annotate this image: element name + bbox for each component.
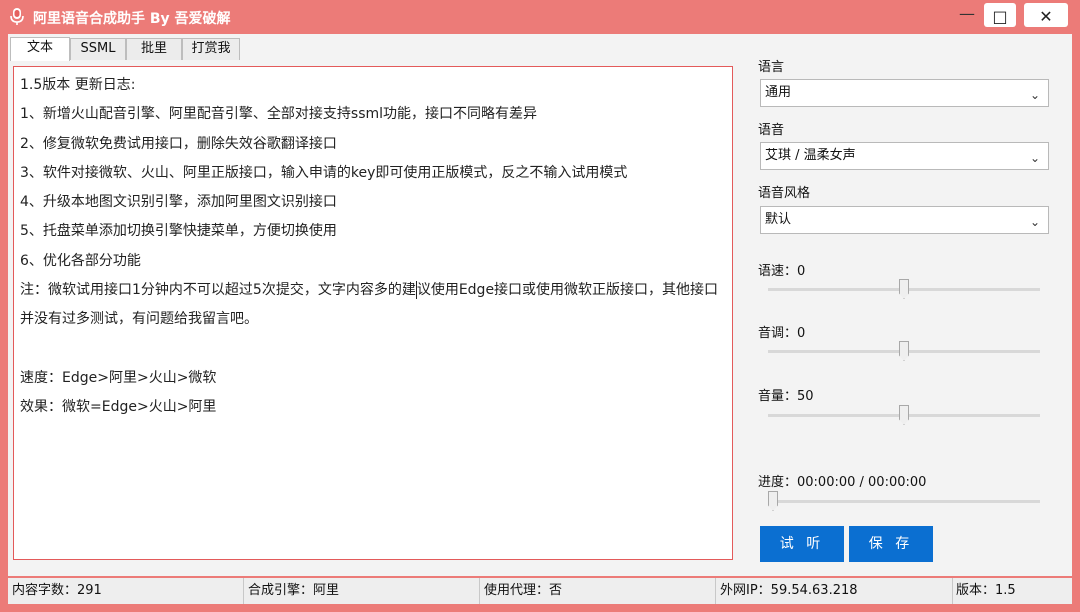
voice-select-value: 艾琪 / 温柔女声 [765, 148, 856, 163]
close-button[interactable]: ✕ [1024, 3, 1068, 27]
main-content: 文本 SSML 批里 打赏我 1.5版本 更新日志: 1、新增火山配音引擎、阿里… [8, 34, 1072, 576]
rate-slider[interactable] [768, 278, 1040, 300]
editor-effect-line: 效果：微软=Edge>火山>阿里 [20, 399, 217, 416]
voice-style-select[interactable]: 默认 ⌄ [760, 206, 1049, 234]
maximize-button[interactable]: □ [984, 3, 1016, 27]
editor-line: 1.5版本 更新日志: [20, 77, 136, 93]
listen-button[interactable]: 试 听 [760, 526, 844, 562]
save-button[interactable]: 保 存 [849, 526, 933, 562]
microphone-icon [10, 8, 24, 25]
voice-style-label: 语音风格 [758, 186, 811, 201]
voice-select[interactable]: 艾琪 / 温柔女声 ⌄ [760, 142, 1049, 170]
tab-text[interactable]: 文本 [10, 37, 70, 61]
title-bar[interactable]: 阿里语音合成助手 By 吾爱破解 — □ ✕ [0, 0, 1080, 34]
tab-donate[interactable]: 打赏我 [182, 38, 240, 60]
app-window: 阿里语音合成助手 By 吾爱破解 — □ ✕ 文本 SSML 批里 打赏我 1.… [0, 0, 1080, 612]
language-select-value: 通用 [765, 85, 792, 100]
status-ip: 外网IP：59.54.63.218 [716, 578, 953, 604]
rate-slider-thumb[interactable] [899, 279, 909, 299]
editor-line: 4、升级本地图文识别引擎，添加阿里图文识别接口 [20, 194, 337, 211]
status-char-count: 内容字数：291 [8, 578, 244, 604]
text-editor[interactable]: 1.5版本 更新日志: 1、新增火山配音引擎、阿里配音引擎、全部对接支持ssml… [13, 66, 733, 560]
window-title: 阿里语音合成助手 By 吾爱破解 [33, 11, 231, 27]
tab-batch[interactable]: 批里 [126, 38, 182, 60]
voice-label: 语音 [758, 123, 785, 138]
editor-speed-line: 速度：Edge>阿里>火山>微软 [20, 369, 217, 386]
status-engine: 合成引擎：阿里 [244, 578, 480, 604]
editor-line: 2、修复微软免费试用接口，删除失效谷歌翻译接口 [20, 135, 337, 152]
chevron-down-icon: ⌄ [1029, 151, 1040, 165]
rate-label: 语速：0 [758, 264, 806, 279]
tab-ssml[interactable]: SSML [70, 38, 126, 60]
voice-style-select-value: 默认 [765, 212, 792, 227]
language-label: 语言 [758, 60, 785, 75]
progress-slider-thumb[interactable] [768, 491, 778, 511]
editor-line: 5、托盘菜单添加切换引擎快捷菜单，方便切换使用 [20, 223, 337, 240]
editor-blank-line [20, 335, 726, 364]
language-select[interactable]: 通用 ⌄ [760, 79, 1049, 107]
editor-line: 3、软件对接微软、火山、阿里正版接口，输入申请的key即可使用正版模式，反之不输… [20, 164, 628, 181]
editor-line: 6、优化各部分功能 [20, 252, 141, 269]
status-proxy: 使用代理：否 [480, 578, 716, 604]
note-text-start: 注：微软试用接口1分钟内不可以超过5次提交，文字内容多的建 [20, 282, 416, 299]
pitch-label: 音调：0 [758, 326, 806, 341]
volume-slider[interactable] [768, 404, 1040, 426]
progress-slider[interactable] [768, 490, 1040, 512]
settings-panel: 语言 通用 ⌄ 语音 艾琪 / 温柔女声 ⌄ 语音风格 默认 ⌄ 语速：0 音调… [758, 34, 1058, 576]
pitch-slider[interactable] [768, 340, 1040, 362]
volume-label: 音量：50 [758, 389, 814, 404]
progress-label: 进度：00:00:00 / 00:00:00 [758, 475, 927, 490]
volume-slider-thumb[interactable] [899, 405, 909, 425]
chevron-down-icon: ⌄ [1029, 215, 1040, 229]
progress-slider-track [768, 500, 1040, 503]
pitch-slider-thumb[interactable] [899, 341, 909, 361]
chevron-down-icon: ⌄ [1029, 88, 1040, 102]
editor-note: 注：微软试用接口1分钟内不可以超过5次提交，文字内容多的建议使用Edge接口或使… [20, 276, 726, 335]
minimize-button[interactable]: — [948, 0, 986, 30]
status-version: 版本：1.5 [956, 583, 1016, 598]
editor-line: 1、新增火山配音引擎、阿里配音引擎、全部对接支持ssml功能，接口不同略有差异 [20, 106, 538, 123]
status-bar: 内容字数：291 合成引擎：阿里 使用代理：否 外网IP：59.54.63.21… [8, 578, 1072, 604]
